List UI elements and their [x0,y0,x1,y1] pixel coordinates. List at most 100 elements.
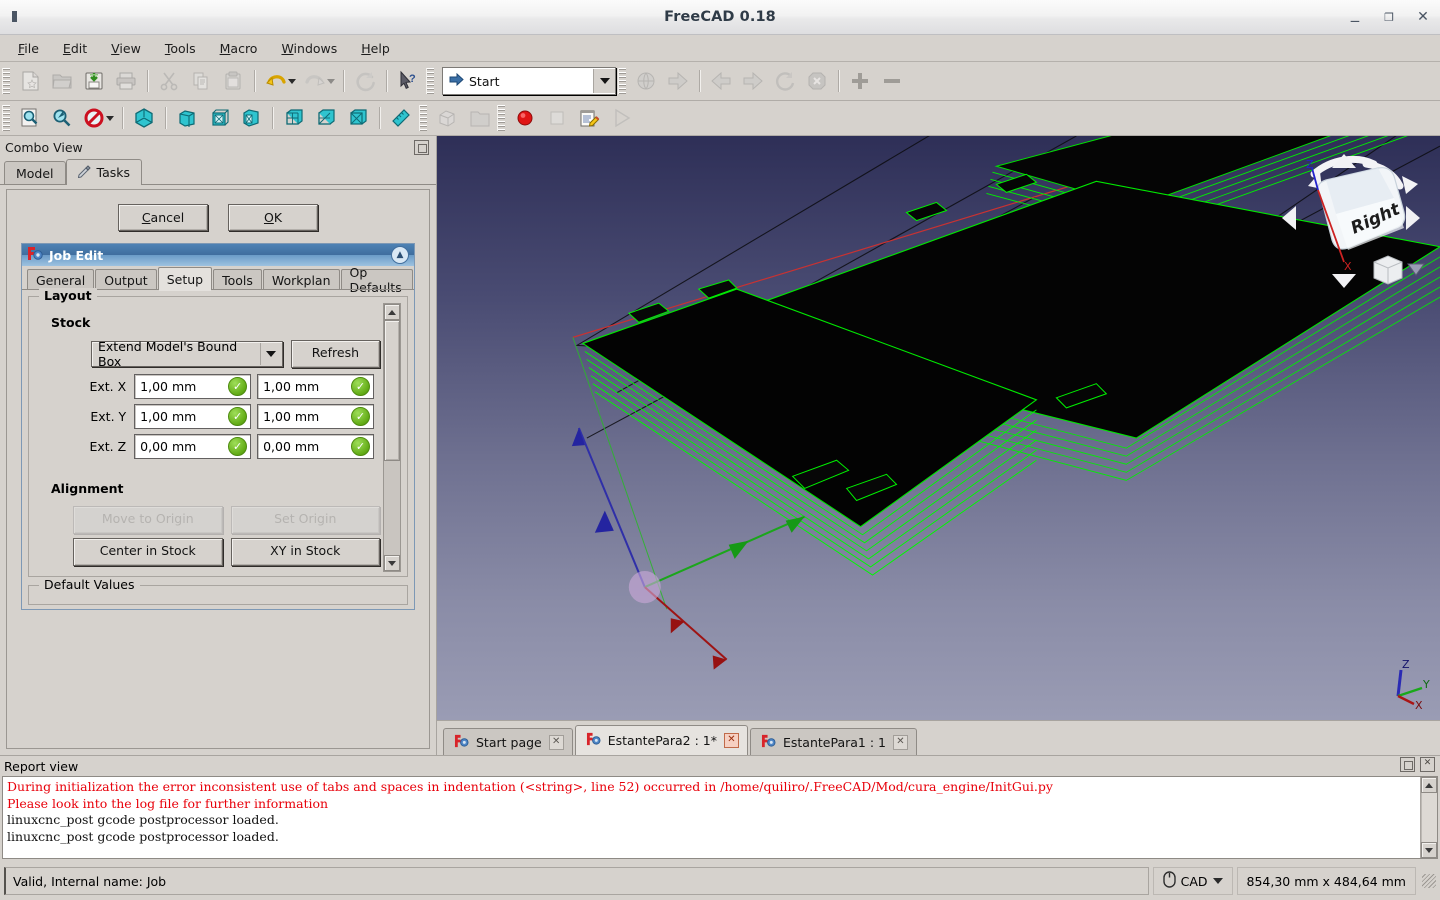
xy-in-stock-button[interactable]: XY in Stock [230,538,380,566]
ext-z-neg-input[interactable]: 0,00 mm ✓ [134,434,252,459]
set-origin-button[interactable]: Set Origin [230,506,380,534]
report-scroll-up-button[interactable] [1421,777,1437,793]
macro-edit-button[interactable] [573,103,605,133]
report-scroll-track[interactable] [1421,793,1437,842]
refresh-button[interactable] [349,66,381,96]
menu-windows[interactable]: Windows [269,38,349,59]
toolbar-grip[interactable] [419,105,427,131]
axonometric-view-button[interactable] [128,103,160,133]
minimize-button[interactable]: ‒ [1348,13,1362,29]
cancel-button[interactable]: Cancel [118,204,208,231]
report-scroll-down-button[interactable] [1421,842,1437,858]
toolbar-grip[interactable] [497,105,505,131]
close-button[interactable]: ✕ [1416,10,1430,24]
nav-back-button[interactable] [705,66,737,96]
tab-setup[interactable]: Setup [157,267,213,291]
center-in-stock-button[interactable]: Center in Stock [73,538,223,566]
tab-general[interactable]: General [27,269,95,290]
report-view-body[interactable]: During initialization the error inconsis… [2,776,1438,859]
web-home-button[interactable] [630,66,662,96]
close-tab-icon[interactable]: ✕ [548,734,564,750]
macro-record-button[interactable] [509,103,541,133]
tab-model[interactable]: Model [4,161,66,185]
close-tab-icon[interactable]: ✕ [723,733,739,748]
maximize-button[interactable]: ❐ [1382,12,1396,23]
toolbar-grip[interactable] [2,68,10,94]
refresh-stock-button[interactable]: Refresh [290,340,380,368]
print-document-button[interactable] [110,66,142,96]
menu-view[interactable]: View [99,38,153,59]
zoom-out-button[interactable] [876,66,908,96]
new-document-button[interactable] [14,66,46,96]
menu-help[interactable]: Help [349,38,402,59]
ok-button[interactable]: OK [228,204,318,231]
save-document-button[interactable] [78,66,110,96]
rear-view-button[interactable] [278,103,310,133]
ext-y-pos-input[interactable]: 1,00 mm ✓ [257,404,374,429]
front-view-button[interactable] [171,103,203,133]
paste-button[interactable] [217,66,249,96]
nav-stop-button[interactable] [801,66,833,96]
menu-edit[interactable]: Edit [51,38,99,59]
right-view-button[interactable] [235,103,267,133]
scroll-up-button[interactable] [384,304,400,320]
workbench-dropdown-arrow[interactable] [593,69,615,93]
ext-y-neg-input[interactable]: 1,00 mm ✓ [134,404,252,429]
tab-op-defaults[interactable]: Op Defaults [340,265,413,295]
ext-x-pos-input[interactable]: 1,00 mm ✓ [257,374,374,399]
toolbar-grip[interactable] [618,68,626,94]
scroll-thumb[interactable] [384,320,400,461]
float-panel-icon[interactable] [414,139,429,155]
macro-stop-button[interactable] [541,103,573,133]
menu-macro[interactable]: Macro [208,38,270,59]
whats-this-button[interactable]: ? [392,66,424,96]
nav-forward-button[interactable] [737,66,769,96]
navigation-cube[interactable]: Right Z X [1276,146,1426,296]
close-tab-icon[interactable]: ✕ [892,734,908,750]
float-panel-icon[interactable] [1400,757,1415,775]
scroll-track[interactable] [384,320,400,555]
chevron-down-icon[interactable] [1212,878,1223,884]
undo-dropdown-caret[interactable] [288,78,296,84]
stock-mode-select[interactable]: Extend Model's Bound Box [91,339,283,369]
toolbar-grip[interactable] [426,68,434,94]
fit-selection-button[interactable] [46,103,78,133]
nav-reload-button[interactable] [769,66,801,96]
redo-dropdown-caret[interactable] [327,78,335,84]
tab-output[interactable]: Output [95,269,157,290]
resize-grip[interactable] [1422,874,1436,888]
measure-button[interactable] [385,103,417,133]
zoom-in-button[interactable] [844,66,876,96]
web-go-button[interactable] [662,66,694,96]
close-panel-icon[interactable]: ✕ [1420,757,1435,772]
draw-style-caret[interactable] [106,115,114,121]
open-document-button[interactable] [46,66,78,96]
left-view-button[interactable] [342,103,374,133]
cut-button[interactable] [153,66,185,96]
tab-workplan[interactable]: Workplan [262,269,340,290]
fit-all-button[interactable] [14,103,46,133]
create-group-button[interactable] [463,103,495,133]
copy-button[interactable] [185,66,217,96]
document-tab-start-page[interactable]: Start page ✕ [443,728,573,755]
create-part-button[interactable] [431,103,463,133]
3d-viewport[interactable]: Right Z X Z Y X [437,136,1440,720]
document-tab-estantepara1[interactable]: EstantePara1 : 1 ✕ [749,728,917,755]
menu-tools[interactable]: Tools [153,38,208,59]
top-view-button[interactable] [203,103,235,133]
document-tab-estantepara2[interactable]: EstantePara2 : 1* ✕ [574,725,748,755]
ext-x-neg-input[interactable]: 1,00 mm ✓ [134,374,252,399]
tab-tools[interactable]: Tools [213,269,262,290]
setup-scrollbar[interactable] [383,303,401,572]
workbench-selector[interactable]: Start [442,67,616,95]
move-to-origin-button[interactable]: Move to Origin [73,506,223,534]
report-scrollbar[interactable] [1420,777,1437,858]
scroll-down-button[interactable] [384,555,400,571]
menu-file[interactable]: File [6,38,51,59]
macro-execute-button[interactable] [605,103,637,133]
toolbar-grip[interactable] [2,105,10,131]
tab-tasks[interactable]: Tasks [65,159,143,186]
chevron-down-icon[interactable] [259,343,282,365]
bottom-view-button[interactable] [310,103,342,133]
ext-z-pos-input[interactable]: 0,00 mm ✓ [257,434,374,459]
